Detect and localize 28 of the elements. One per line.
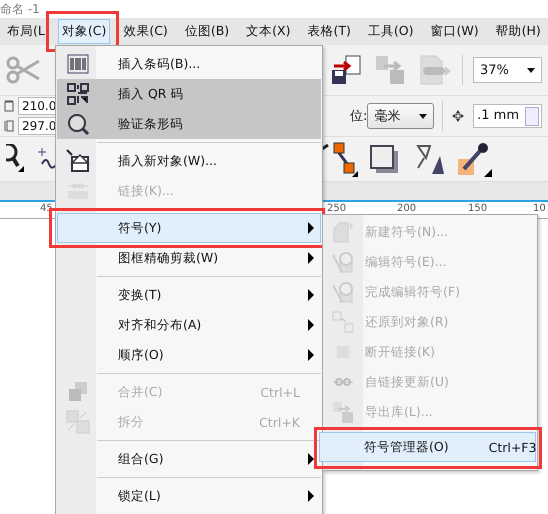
ruler-label: 150 xyxy=(468,203,488,214)
menu-bar-item[interactable]: 窗口(W) xyxy=(426,19,483,44)
menu-item[interactable]: 锁定(L) xyxy=(57,481,321,511)
menu-item[interactable]: 符号(Y) xyxy=(57,213,321,243)
menu-item[interactable]: 验证条形码 xyxy=(57,109,321,139)
menu-item[interactable]: 变换(T) xyxy=(57,280,321,310)
menu-bar-item[interactable]: 对象(C) xyxy=(58,19,110,44)
zoom-dropdown[interactable]: 37% xyxy=(473,57,542,83)
menu-item[interactable]: 插入条码(B)... xyxy=(57,49,321,79)
menu-item[interactable]: 对齐和分布(A) xyxy=(57,310,321,340)
menu-item[interactable]: 图框精确剪裁(W) xyxy=(57,243,321,273)
nudge-field[interactable]: .1 mm xyxy=(473,104,542,128)
menu-item[interactable]: 符号管理器(O) Ctrl+F3 xyxy=(319,432,536,462)
units-label: 位: xyxy=(350,108,368,125)
menu-bar-item[interactable]: 布局(L xyxy=(3,19,49,44)
menu-bar-item[interactable]: 文本(X) xyxy=(242,19,294,44)
menu-bar-item[interactable]: 帮助(H) xyxy=(492,19,545,44)
window-title: 命名 -1 xyxy=(0,0,40,18)
menu-bar-item[interactable]: 效果(C) xyxy=(119,19,172,44)
ruler-label: 250 xyxy=(327,203,346,214)
menu-bar-item[interactable]: 工具(O) xyxy=(364,19,418,44)
menu-bar-item[interactable]: 表格(T) xyxy=(303,19,355,44)
menu-item[interactable]: 插入 QR 码 xyxy=(57,79,321,109)
ruler-label: 200 xyxy=(397,203,416,214)
menu-item[interactable]: 顺序(O) xyxy=(57,340,321,370)
menu-bar-item[interactable]: 位图(B) xyxy=(180,19,234,44)
ruler-label: 10 xyxy=(533,203,546,214)
units-dropdown[interactable]: 毫米 xyxy=(367,103,434,129)
